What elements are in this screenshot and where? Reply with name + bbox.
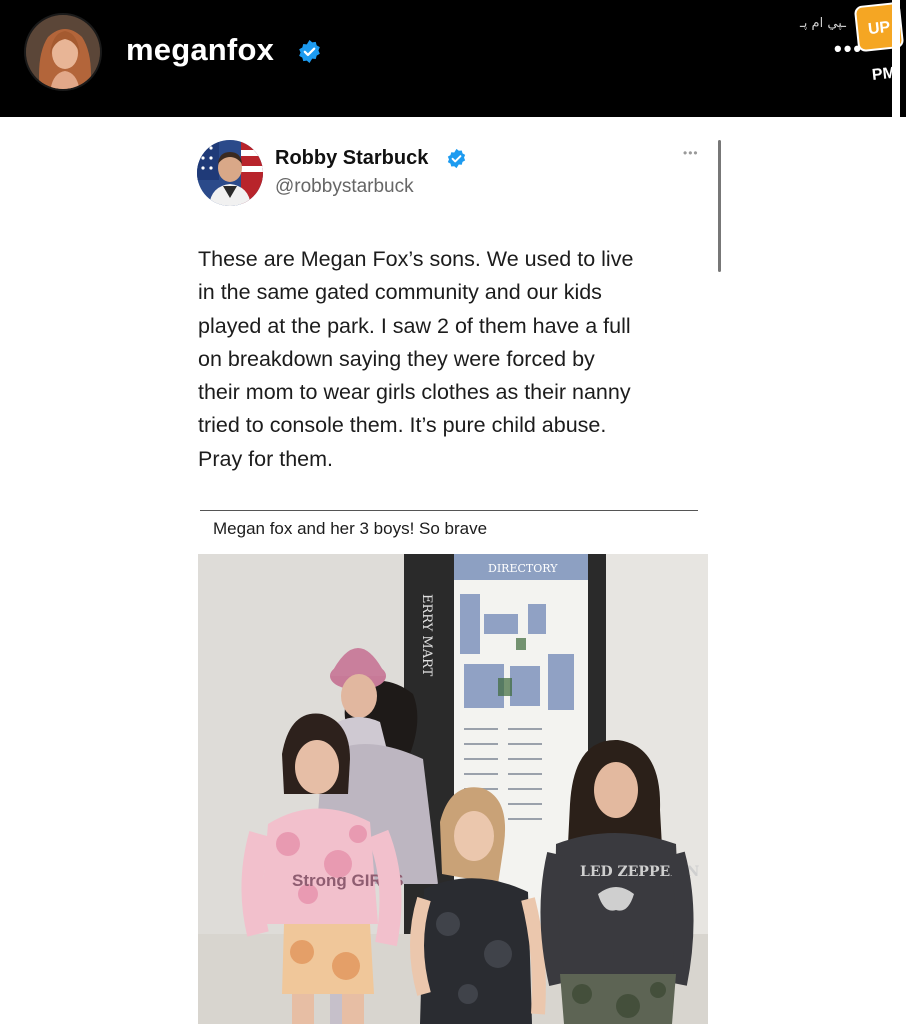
tweet-author-avatar[interactable] xyxy=(197,140,263,206)
tweet-line: played at the park. I saw 2 of them have… xyxy=(198,313,631,338)
tweet-more-options-icon[interactable]: ••• xyxy=(683,146,699,160)
story-edge xyxy=(892,0,900,117)
tweet-line: tried to console them. It’s pure child a… xyxy=(198,413,607,438)
watermark-script-icon: ـﭙﻲ ﺍﻡ ﭘـ xyxy=(800,16,846,31)
tweet-author-handle[interactable]: @robbystarbuck xyxy=(275,176,414,198)
profile-avatar[interactable] xyxy=(24,13,102,91)
tweet-line: on breakdown saying they were forced by xyxy=(198,346,595,371)
tweet-body: These are Megan Fox’s sons. We used to l… xyxy=(198,243,718,476)
photo-scene: ERRY MART DIRECTORY Strong GIRLS LED ZEP… xyxy=(198,554,708,1024)
story-username[interactable]: meganfox xyxy=(126,32,274,68)
tweet-line: in the same gated community and our kids xyxy=(198,280,602,305)
scrollbar[interactable] xyxy=(718,140,721,272)
tweet-line: Pray for them. xyxy=(198,446,334,471)
quoted-caption: Megan fox and her 3 boys! So brave xyxy=(213,519,488,538)
tweet-author-name[interactable]: Robby Starbuck xyxy=(275,147,428,170)
verified-badge-icon xyxy=(299,40,320,63)
tweet-line: These are Megan Fox’s sons. We used to l… xyxy=(198,247,634,271)
quote-divider xyxy=(200,510,698,511)
author-portrait xyxy=(197,140,263,206)
sign-side-text: ERRY MART xyxy=(419,594,434,677)
tweet-verified-badge-icon xyxy=(447,148,466,169)
story-header: meganfox ••• ـﭙﻲ ﺍﻡ ﭘـ UP PM xyxy=(0,0,906,117)
watermark: ـﭙﻲ ﺍﻡ ﭘـ UP PM xyxy=(800,1,905,84)
tweet-line: their mom to wear girls clothes as their… xyxy=(198,380,631,405)
tweet-photo[interactable]: ERRY MART DIRECTORY Strong GIRLS LED ZEP… xyxy=(198,554,708,1024)
avatar-portrait xyxy=(26,15,100,89)
sign-header: DIRECTORY xyxy=(488,562,558,575)
